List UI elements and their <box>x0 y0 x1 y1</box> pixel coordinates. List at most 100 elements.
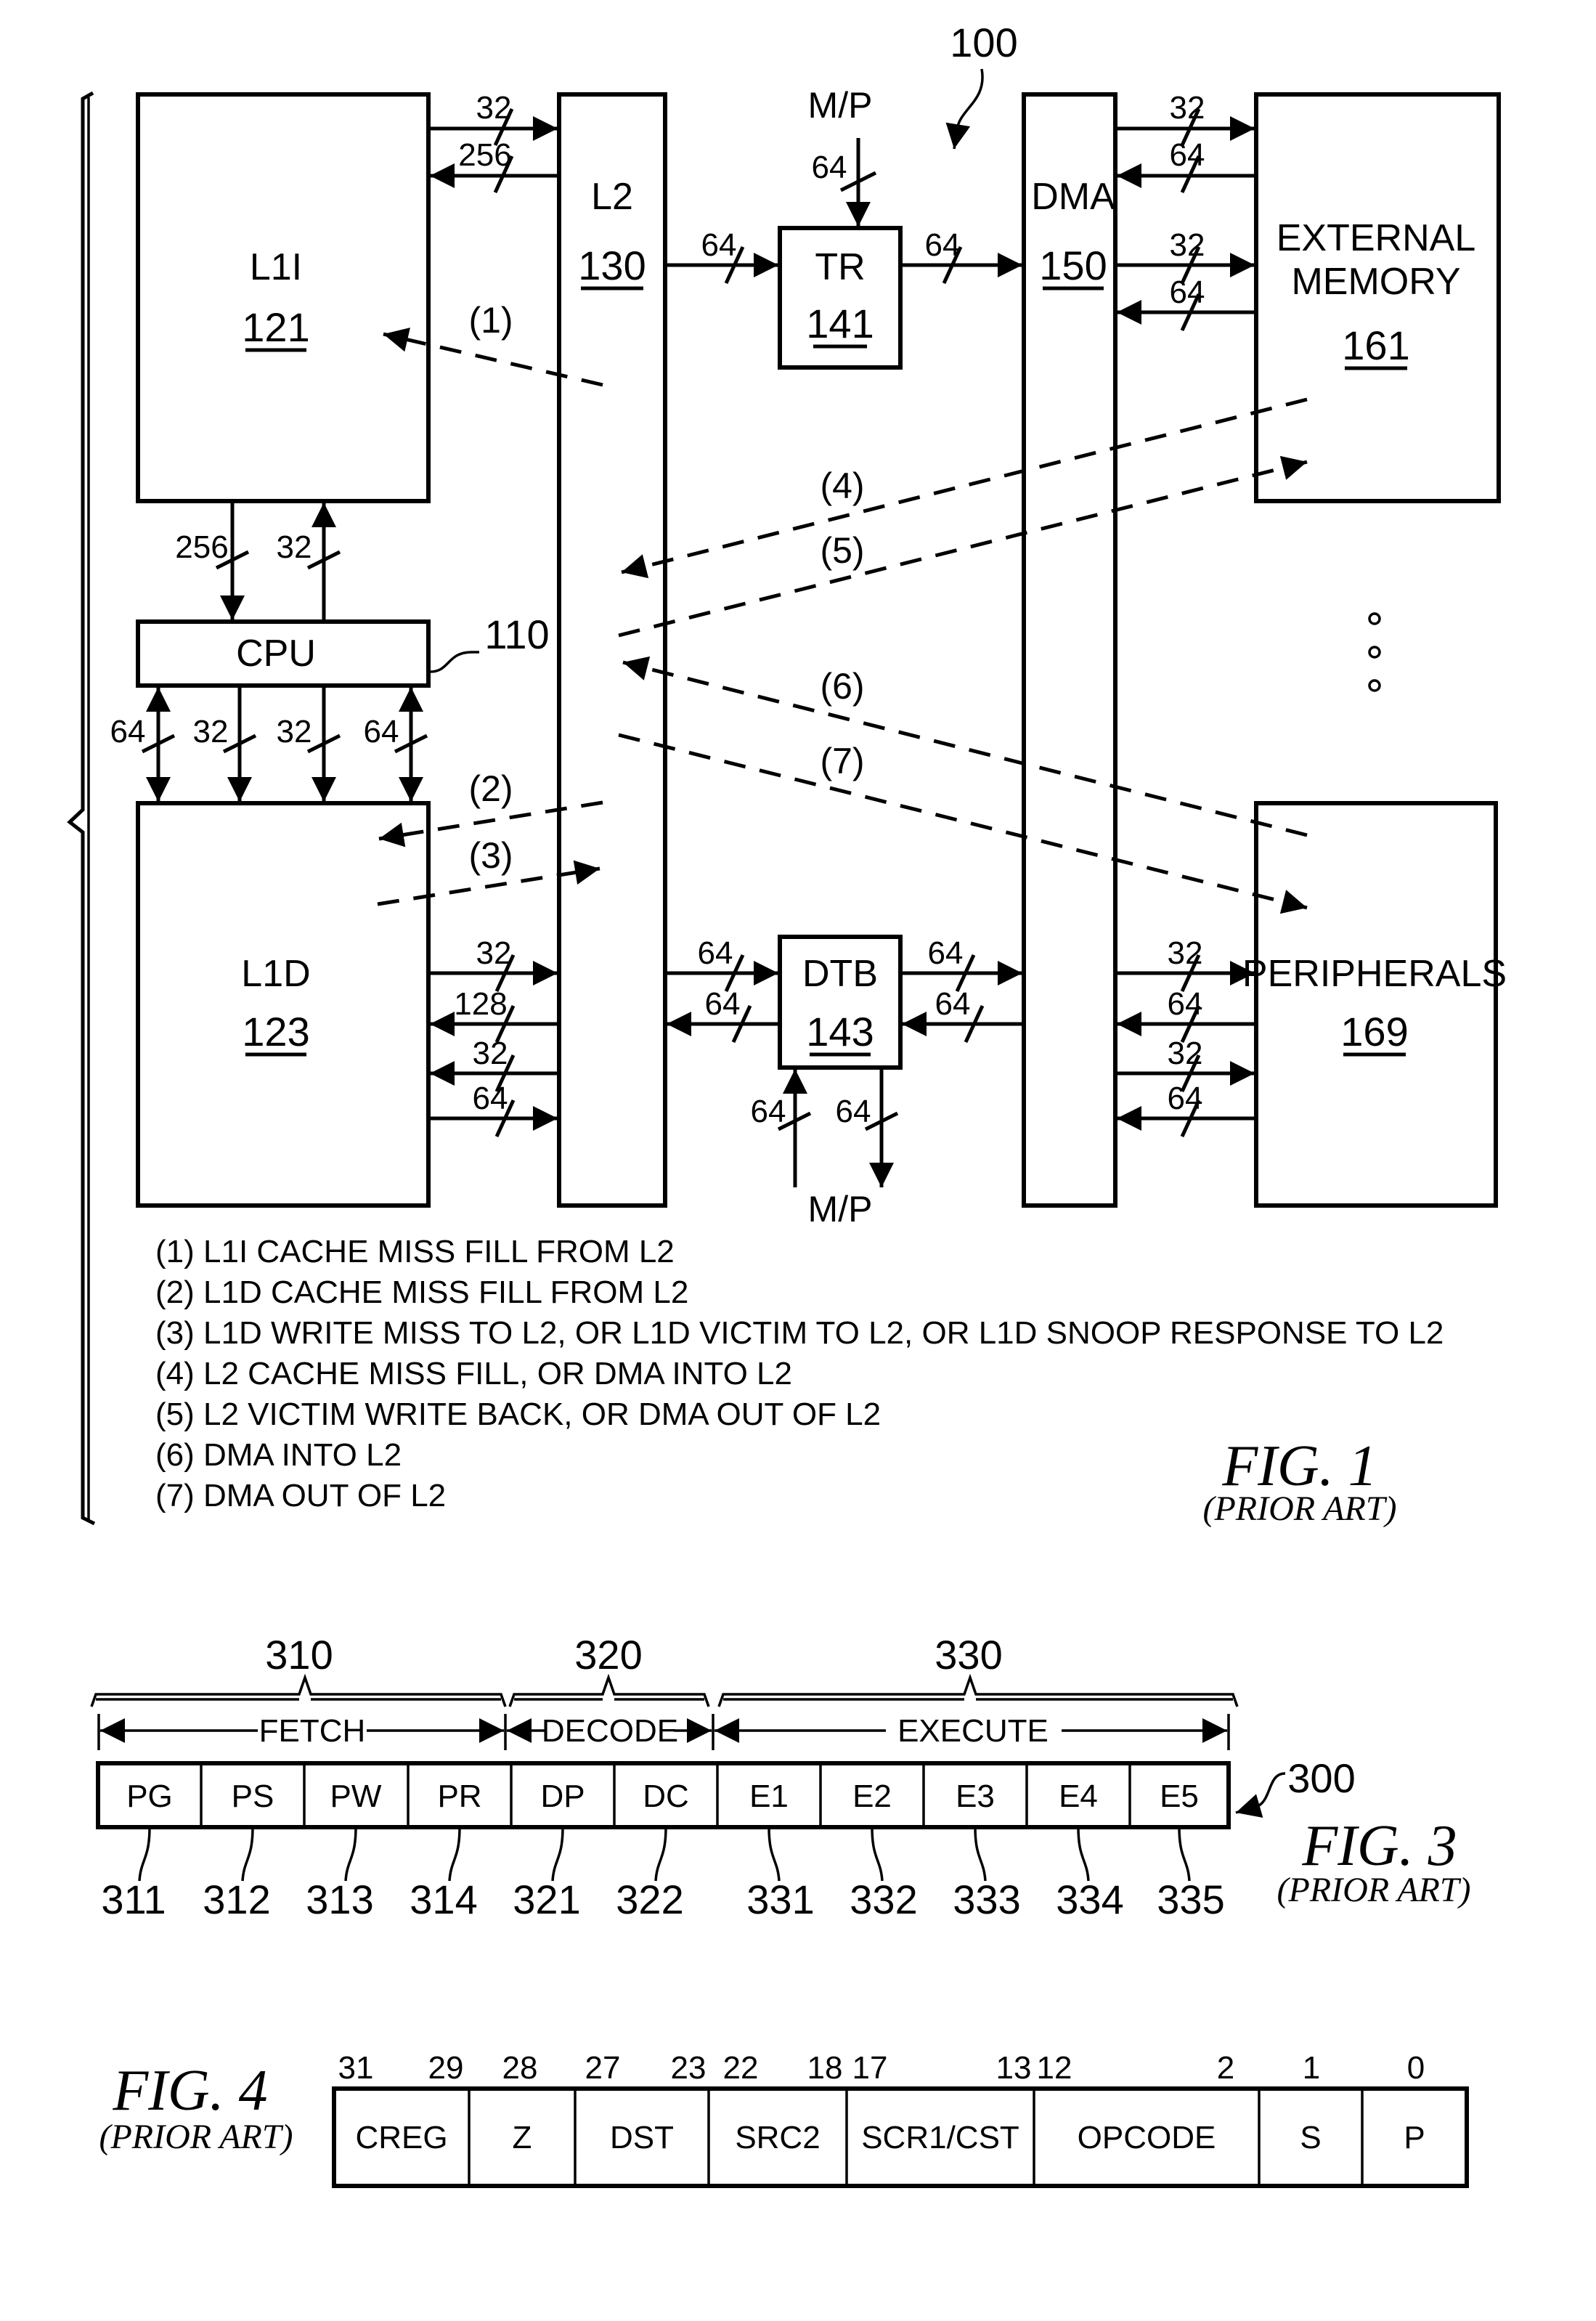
stage-ref: 321 <box>513 1877 580 1922</box>
path-7-arrow <box>618 733 1308 914</box>
figure-3-subtitle: (PRIOR ART) <box>1277 1871 1470 1909</box>
block-dma-ref: 150 <box>1039 243 1107 288</box>
stage-ref: 322 <box>616 1877 683 1922</box>
leader <box>551 1826 564 1882</box>
bus-width-label: 64 <box>925 227 961 263</box>
legend-item: (2) L1D CACHE MISS FILL FROM L2 <box>155 1275 688 1310</box>
path-6-arrow <box>622 656 1308 837</box>
leader <box>1077 1826 1090 1882</box>
figure-1: 100 L1I 121 L2 130 32 256 TR 141 M/P 64 … <box>67 20 1507 1528</box>
brace-execute <box>717 1673 1239 1707</box>
bus-width-label: 64 <box>812 150 847 185</box>
stage-ps: PS <box>232 1779 274 1814</box>
stage-dp: DP <box>540 1779 585 1814</box>
stage-pr: PR <box>437 1779 481 1814</box>
stage-ref: 333 <box>953 1877 1020 1922</box>
ellipsis-dot <box>1368 612 1381 625</box>
stage-dc: DC <box>643 1779 689 1814</box>
bus-width-label: 64 <box>705 986 741 1022</box>
field-p: P <box>1404 2120 1425 2155</box>
left-brace <box>67 91 96 1526</box>
stage-ref: 331 <box>746 1877 814 1922</box>
bus-width-label: 64 <box>1168 1081 1203 1116</box>
block-l1d <box>136 801 431 1208</box>
group-ref-fetch: 310 <box>265 1632 333 1678</box>
stage-group-execute: EXECUTE <box>897 1713 1049 1749</box>
bit-number: 1 <box>1303 2050 1320 2086</box>
bit-number: 17 <box>852 2050 888 2086</box>
bit-number: 27 <box>585 2050 621 2086</box>
brace-fetch <box>90 1673 507 1707</box>
bit-number: 28 <box>502 2050 538 2086</box>
leader <box>974 1826 987 1882</box>
stage-ref: 335 <box>1157 1877 1224 1922</box>
bus-width-label: 32 <box>277 529 312 565</box>
stage-ref: 312 <box>203 1877 270 1922</box>
block-dma-name: DMA <box>1031 176 1115 218</box>
block-cpu-name: CPU <box>236 633 316 675</box>
bus-width-label: 32 <box>473 1036 508 1071</box>
path-5-arrow <box>618 455 1308 638</box>
figure-4: FIG. 4 (PRIOR ART) 31 29 28 27 23 22 18 … <box>99 2050 1469 2188</box>
ref-100-leader-arrow <box>945 68 984 150</box>
leader <box>768 1826 781 1882</box>
bus-width-label: 64 <box>701 227 737 263</box>
legend-item: (3) L1D WRITE MISS TO L2, OR L1D VICTIM … <box>155 1315 1444 1351</box>
field-dst: DST <box>610 2120 674 2155</box>
legend-item: (1) L1I CACHE MISS FILL FROM L2 <box>155 1234 675 1269</box>
legend-item: (4) L2 CACHE MISS FILL, OR DMA INTO L2 <box>155 1356 792 1391</box>
field-creg: CREG <box>355 2120 447 2155</box>
bus-width-label: 64 <box>935 986 971 1022</box>
bus-width-label: 32 <box>277 714 312 749</box>
bit-number: 31 <box>338 2050 374 2086</box>
stage-e3: E3 <box>956 1779 995 1814</box>
block-l1i-ref: 121 <box>242 304 309 350</box>
bus-width-label: 64 <box>1170 275 1205 310</box>
field-opcode: OPCODE <box>1078 2120 1216 2155</box>
block-cpu-ref: 110 <box>484 611 549 657</box>
path-1-label: (1) <box>468 300 513 341</box>
bus-width-label: 64 <box>110 714 146 749</box>
ref-300-leader-arrow <box>1235 1772 1286 1818</box>
block-ext-mem-name-2: MEMORY <box>1291 261 1460 303</box>
block-ext-mem-ref: 161 <box>1342 322 1409 368</box>
leader <box>241 1826 254 1882</box>
stage-group-fetch: FETCH <box>259 1713 366 1749</box>
stage-ref: 314 <box>410 1877 477 1922</box>
stage-pg: PG <box>126 1779 173 1814</box>
bus-width-label: 64 <box>364 714 399 749</box>
field-scr1-cst: SCR1/CST <box>861 2120 1019 2155</box>
block-tr-name: TR <box>815 246 865 288</box>
figure-4-title: FIG. 4 <box>112 2059 267 2123</box>
bus-width-label: 64 <box>1168 986 1203 1022</box>
block-l1i <box>136 92 431 503</box>
field-s: S <box>1300 2120 1321 2155</box>
leader <box>654 1826 667 1882</box>
bit-number: 18 <box>807 2050 843 2086</box>
block-peripherals-ref: 169 <box>1340 1009 1408 1054</box>
path-6-label: (6) <box>820 666 864 707</box>
leader <box>448 1826 461 1882</box>
block-l1d-ref: 123 <box>242 1009 309 1054</box>
cpu-ref-leader <box>429 651 479 673</box>
stage-e5: E5 <box>1160 1779 1199 1814</box>
bus-width-label: 64 <box>928 935 964 971</box>
bit-number: 13 <box>996 2050 1032 2086</box>
bit-number: 0 <box>1407 2050 1425 2086</box>
legend-item: (5) L2 VICTIM WRITE BACK, OR DMA OUT OF … <box>155 1397 881 1432</box>
path-4-label: (4) <box>820 466 864 506</box>
stage-ref: 313 <box>306 1877 373 1922</box>
mp-label-top: M/P <box>808 85 873 126</box>
path-4-arrow <box>621 397 1308 579</box>
bus-width-label: 64 <box>836 1094 871 1129</box>
bus-width-label: 32 <box>1170 90 1205 126</box>
stage-ref: 332 <box>850 1877 917 1922</box>
ellipsis-dot <box>1368 646 1381 659</box>
legend-item: (7) DMA OUT OF L2 <box>155 1478 446 1513</box>
bus-width-label: 64 <box>1170 137 1205 173</box>
figure-1-title: FIG. 1 <box>1221 1434 1377 1498</box>
bit-number: 23 <box>671 2050 707 2086</box>
bus-width-label: 128 <box>454 986 507 1022</box>
bus-width-label: 64 <box>473 1081 508 1116</box>
ref-label-300: 300 <box>1287 1755 1355 1801</box>
